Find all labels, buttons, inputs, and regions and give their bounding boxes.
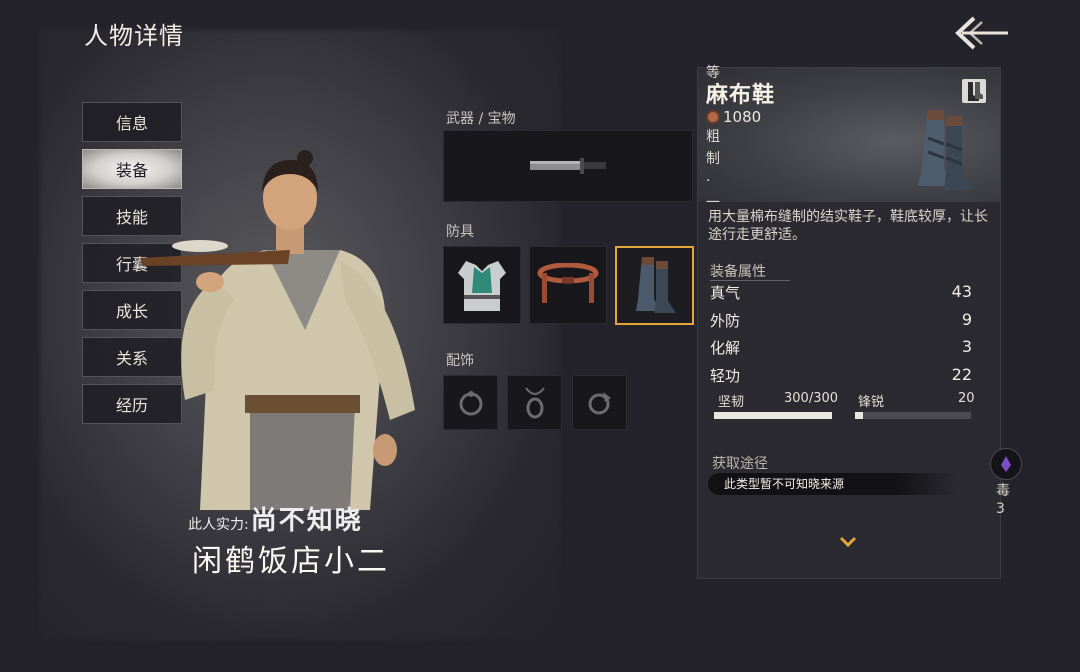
attribute-row: 真气 43	[710, 282, 972, 303]
attribute-name: 真气	[710, 284, 741, 302]
durability-label: 坚韧	[718, 395, 745, 410]
armor-slot-belt[interactable]	[529, 246, 607, 324]
peek-text-2: 3	[996, 501, 1005, 517]
strength-value: 尚不知晓	[250, 506, 363, 536]
character-portrait	[140, 150, 415, 510]
attribute-row: 轻功 22	[710, 365, 972, 386]
attribute-name: 化解	[710, 339, 741, 357]
source-text: 此类型暂不可知晓来源	[708, 473, 958, 495]
peek-text-1: 毒	[996, 483, 1010, 499]
sharpness-bar-fill	[855, 412, 864, 419]
armor-slot-boots[interactable]	[615, 246, 694, 325]
armor-section-label: 防具	[446, 224, 474, 240]
attribute-value: 22	[951, 365, 972, 384]
nav-info[interactable]: 信息	[82, 102, 182, 142]
item-detail-panel: 等 麻布鞋 1080 粗制·一 用大量棉布缝制的结实鞋子，鞋底较厚，让长途行走更…	[697, 65, 1001, 579]
back-arrow-icon	[955, 16, 1008, 50]
back-arrow-button[interactable]	[952, 12, 1010, 54]
peek-text: 毒 3	[996, 482, 1010, 518]
item-header: 等 麻布鞋 1080 粗制·一	[698, 65, 1000, 211]
armor-slot-body[interactable]	[443, 246, 521, 324]
weapon-slot[interactable]	[443, 130, 693, 202]
pendant-icon	[524, 386, 545, 418]
durability-bar	[714, 412, 832, 419]
attribute-value: 3	[961, 337, 972, 356]
attribute-name: 外防	[710, 312, 741, 330]
durability-value: 300/300	[784, 391, 839, 406]
character-name: 闲鹤饭店小二	[192, 544, 390, 579]
accessory-slot-1[interactable]	[443, 375, 498, 430]
attribute-name: 轻功	[710, 367, 741, 385]
boots-illustration	[918, 110, 974, 190]
vest-armor-icon	[458, 261, 506, 311]
accessory-slot-3[interactable]	[572, 375, 627, 430]
dagger-icon	[530, 158, 606, 174]
attributes-title: 装备属性	[710, 264, 766, 280]
amulet-icon	[588, 391, 611, 414]
attribute-row: 外防 9	[710, 310, 972, 331]
chevron-down-icon[interactable]	[839, 536, 857, 548]
strength-line: 此人实力:尚不知晓	[188, 500, 363, 537]
poison-skill-icon[interactable]	[990, 448, 1022, 480]
strength-label: 此人实力:	[188, 517, 249, 533]
weapon-section-label: 武器 / 宝物	[446, 111, 516, 127]
item-price: 1080	[706, 108, 761, 126]
sharpness-label: 锋锐	[858, 395, 885, 410]
price-value: 1080	[723, 108, 762, 126]
attributes-divider	[710, 280, 790, 281]
item-description: 用大量棉布缝制的结实鞋子，鞋底较厚，让长途行走更舒适。	[708, 209, 988, 243]
belt-icon	[537, 263, 599, 303]
coin-icon	[706, 110, 720, 124]
ring-icon	[459, 390, 482, 415]
boots-icon	[635, 256, 676, 313]
item-name: 麻布鞋	[706, 83, 776, 108]
durability-bar-fill	[714, 412, 832, 419]
page-title: 人物详情	[84, 22, 184, 50]
sharpness-bar	[855, 412, 971, 419]
attribute-value: 9	[961, 310, 972, 329]
attribute-value: 43	[951, 282, 972, 301]
accessory-slot-2[interactable]	[507, 375, 562, 430]
boot-type-icon	[962, 79, 986, 103]
grade-side-text: 粗制·一	[706, 129, 720, 211]
source-title: 获取途径	[712, 456, 768, 472]
sharpness-value: 20	[958, 391, 975, 406]
accessory-section-label: 配饰	[446, 353, 474, 369]
attribute-row: 化解 3	[710, 337, 972, 358]
